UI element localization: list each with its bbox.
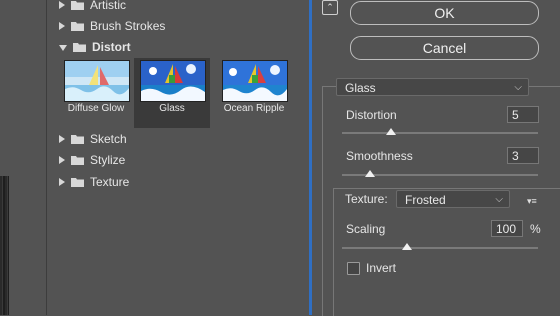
- chevron-down-icon: ⌵: [514, 82, 522, 93]
- ok-button[interactable]: OK: [350, 1, 539, 25]
- folder-icon: [71, 21, 84, 31]
- folder-icon: [71, 134, 84, 144]
- filter-select-value: Glass: [345, 81, 376, 95]
- folder-icon: [71, 0, 84, 10]
- scaling-input[interactable]: 100: [491, 220, 523, 237]
- caret-right-icon[interactable]: [59, 156, 65, 164]
- scaling-slider-track[interactable]: [342, 247, 538, 249]
- distortion-slider-track[interactable]: [342, 132, 538, 134]
- category-label: Brush Strokes: [90, 19, 166, 33]
- thumbnail-label: Diffuse Glow: [67, 103, 125, 114]
- smoothness-label: Smoothness: [346, 149, 413, 163]
- thumbnail-image: [222, 60, 288, 102]
- texture-select[interactable]: Frosted ⌵: [396, 190, 510, 208]
- open-folder-icon: [73, 42, 86, 52]
- distortion-input[interactable]: 5: [507, 106, 539, 123]
- category-sketch[interactable]: Sketch: [54, 129, 308, 149]
- thumbnail-image: [140, 60, 206, 102]
- caret-right-icon[interactable]: [59, 178, 65, 186]
- scaling-slider-knob[interactable]: [402, 243, 413, 250]
- thumbnail-label: Glass: [159, 103, 185, 114]
- filter-gallery-tree: Artistic Brush Strokes Distort Diffuse G…: [54, 0, 308, 315]
- category-label: Distort: [92, 40, 131, 54]
- category-label: Stylize: [90, 153, 126, 167]
- category-label: Artistic: [90, 0, 126, 12]
- texture-menu-icon[interactable]: ▾≡: [527, 196, 541, 206]
- filter-select[interactable]: Glass ⌵: [336, 78, 529, 96]
- category-label: Sketch: [90, 132, 127, 146]
- invert-label: Invert: [366, 261, 397, 275]
- caret-down-icon[interactable]: [59, 45, 67, 51]
- caret-right-icon[interactable]: [59, 135, 65, 143]
- scaling-label: Scaling: [346, 222, 386, 236]
- category-brush-strokes[interactable]: Brush Strokes: [54, 16, 308, 36]
- filter-thumbnail-ocean-ripple[interactable]: Ocean Ripple: [216, 58, 292, 128]
- category-distort[interactable]: Distort: [54, 37, 308, 57]
- filter-thumbnail-diffuse-glow[interactable]: Diffuse Glow: [58, 58, 134, 128]
- distortion-label: Distortion: [346, 108, 397, 122]
- distortion-slider-knob[interactable]: [386, 128, 396, 135]
- category-texture[interactable]: Texture: [54, 172, 308, 192]
- thumbnail-label: Ocean Ripple: [223, 103, 285, 114]
- category-artistic[interactable]: Artistic: [54, 0, 308, 15]
- canvas-image: [0, 176, 9, 315]
- invert-checkbox[interactable]: [347, 262, 360, 275]
- filter-thumbnail-glass[interactable]: Glass: [134, 58, 210, 128]
- double-chevron-up-icon[interactable]: ⌃: [322, 0, 338, 15]
- category-stylize[interactable]: Stylize: [54, 150, 308, 170]
- chevron-down-icon: ⌵: [495, 194, 503, 205]
- cancel-button[interactable]: Cancel: [350, 36, 539, 60]
- folder-icon: [71, 177, 84, 187]
- caret-right-icon[interactable]: [59, 22, 65, 30]
- scaling-unit: %: [530, 222, 541, 236]
- folder-icon: [71, 155, 84, 165]
- category-label: Texture: [90, 175, 130, 189]
- smoothness-input[interactable]: 3: [507, 147, 539, 164]
- smoothness-slider-knob[interactable]: [365, 170, 375, 177]
- caret-right-icon[interactable]: [59, 1, 65, 9]
- texture-label: Texture:: [345, 192, 388, 206]
- texture-select-value: Frosted: [405, 193, 446, 207]
- thumbnail-image: [64, 60, 130, 102]
